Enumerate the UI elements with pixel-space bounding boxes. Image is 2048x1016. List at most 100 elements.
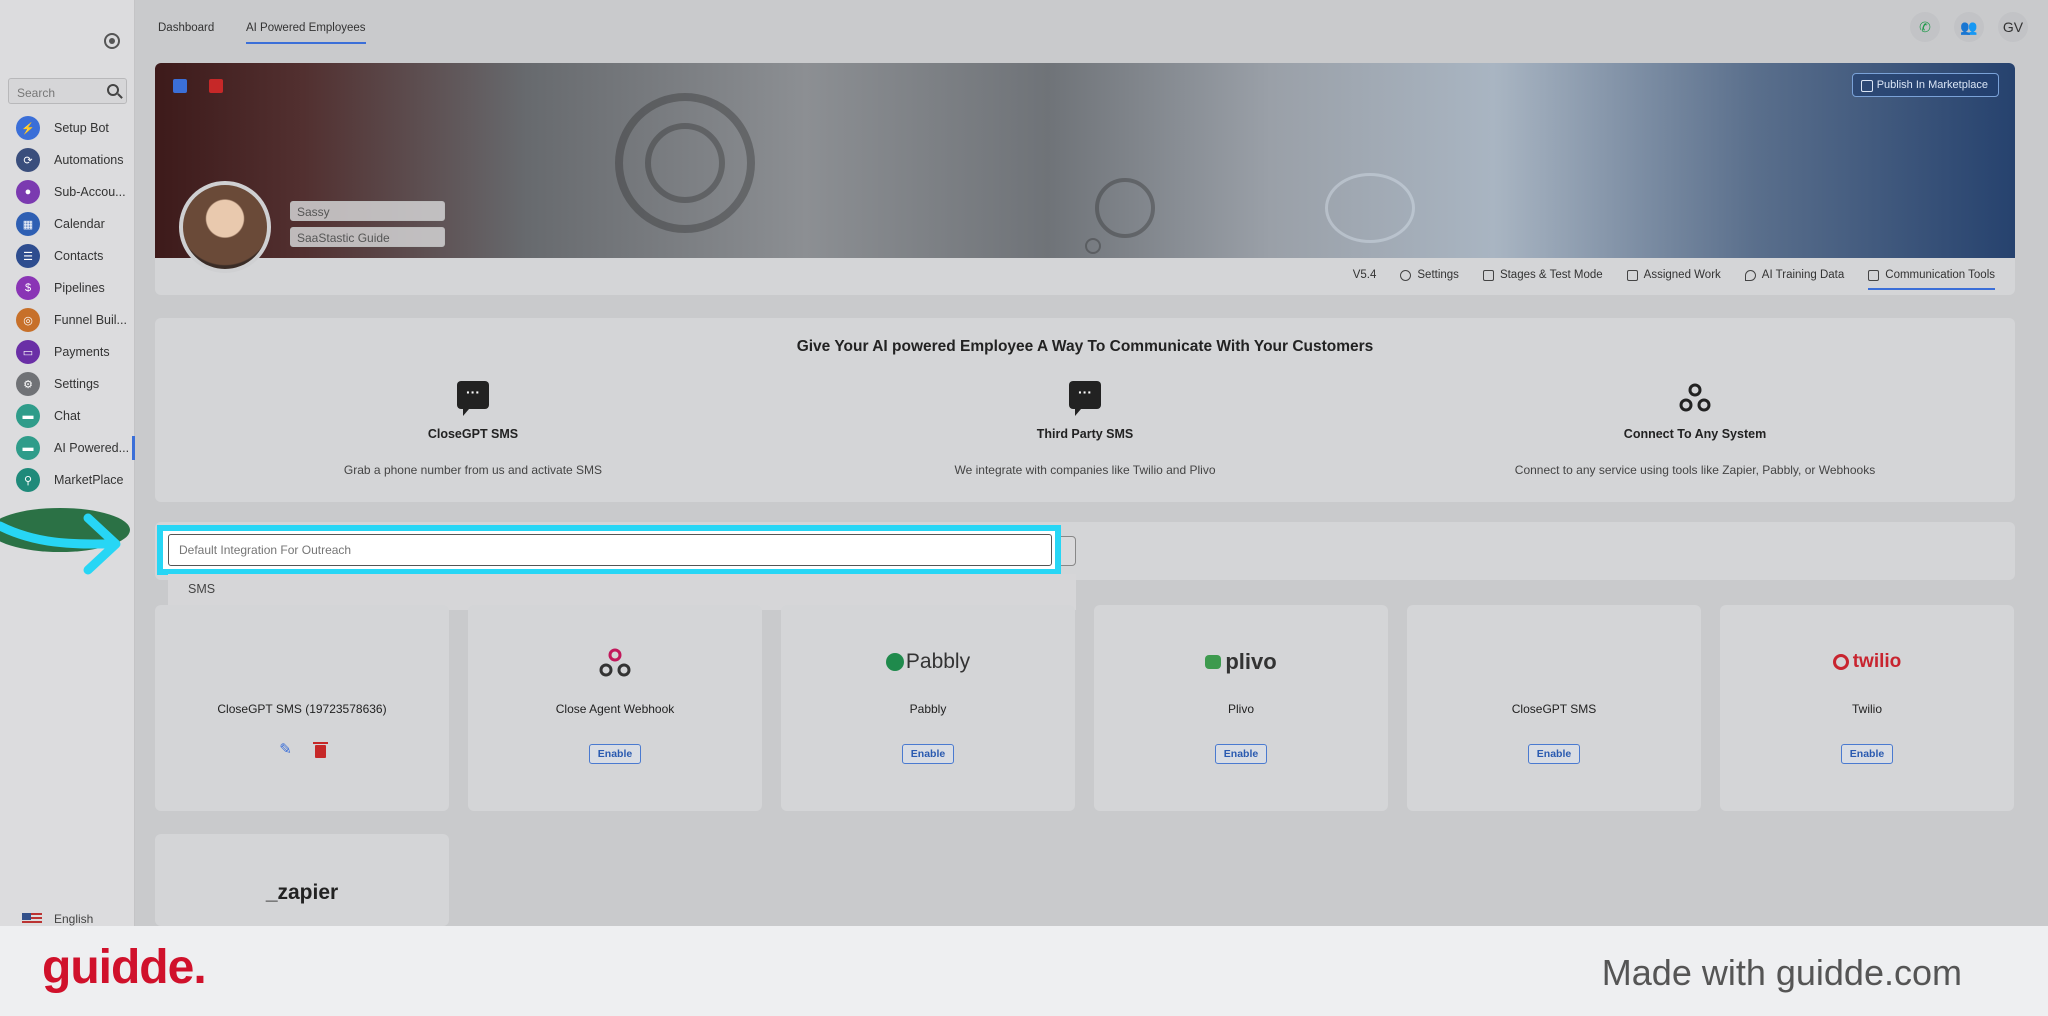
- integration-card-close-agent-webhook: Close Agent Webhook Enable: [468, 605, 762, 811]
- pipeline-icon: $: [16, 276, 40, 300]
- pabbly-wordmark: Pabbly: [905, 650, 971, 673]
- employee-title-field[interactable]: SaaStastic Guide: [290, 227, 445, 247]
- language-selector[interactable]: English: [22, 912, 93, 926]
- zapier-wordmark: _zapier: [265, 881, 339, 904]
- sidebar-item-chat[interactable]: ▬ Chat: [0, 400, 135, 432]
- publish-marketplace-button[interactable]: Publish In Marketplace: [1851, 73, 1999, 97]
- sidebar-item-setup-bot[interactable]: ⚡ Setup Bot: [0, 112, 135, 144]
- collapse-toggle-icon[interactable]: [104, 33, 120, 49]
- tab-assigned-work[interactable]: Assigned Work: [1626, 269, 1721, 281]
- top-bar: Dashboard AI Powered Employees ✆ 👥 GV: [136, 0, 2048, 56]
- gear-icon: [1400, 269, 1412, 281]
- webhook-icon: [599, 648, 631, 677]
- integration-actions: ✎: [155, 742, 449, 758]
- employee-tabs: V5.4 Settings Stages & Test Mode Assigne…: [1352, 269, 1995, 290]
- search-icon[interactable]: [107, 84, 119, 96]
- filter-icon: [1482, 269, 1494, 281]
- sidebar-item-label: Payments: [54, 345, 110, 359]
- tab-label: Stages & Test Mode: [1499, 269, 1603, 281]
- sidebar-item-marketplace[interactable]: ⚲ MarketPlace: [0, 464, 135, 496]
- guidde-logo: guidde.: [42, 941, 207, 994]
- logo-plivo: plivo: [1094, 647, 1388, 677]
- option-connect-any-system[interactable]: Connect To Any System Connect to any ser…: [1395, 381, 1995, 477]
- integration-card-twilio: twilio Twilio Enable: [1720, 605, 2014, 811]
- phone-icon[interactable]: ✆: [1910, 12, 1940, 42]
- enable-button[interactable]: Enable: [1528, 744, 1580, 764]
- avatar[interactable]: GV: [1998, 12, 2028, 42]
- option-description: Grab a phone number from us and activate…: [343, 463, 603, 477]
- briefcase-icon: [1626, 269, 1638, 281]
- funnel-icon: ◎: [16, 308, 40, 332]
- default-integration-input[interactable]: [168, 534, 1052, 566]
- delete-icon[interactable]: [312, 742, 328, 758]
- option-title: Third Party SMS: [1036, 427, 1134, 441]
- option-third-party-sms[interactable]: ··· Third Party SMS We integrate with co…: [785, 381, 1385, 477]
- sidebar-item-label: Contacts: [54, 249, 104, 263]
- sidebar: Search ⚡ Setup Bot ⟳ Automations ● Sub-Acco…: [0, 0, 135, 926]
- us-flag-icon: [22, 913, 42, 925]
- tab-stages-test-mode[interactable]: Stages & Test Mode: [1482, 269, 1603, 281]
- enable-button[interactable]: Enable: [1215, 744, 1267, 764]
- chat-bubble-icon: ···: [1069, 381, 1101, 416]
- image-icon[interactable]: [173, 79, 187, 93]
- pointer-arrow-icon: [0, 508, 130, 575]
- tab-dashboard[interactable]: Dashboard: [158, 22, 214, 34]
- sidebar-item-calendar[interactable]: ▦ Calendar: [0, 208, 135, 240]
- integration-name: CloseGPT SMS (19723578636): [217, 702, 387, 716]
- webhook-icon: [1679, 383, 1711, 412]
- bolt-icon: ⚡: [16, 116, 40, 140]
- sidebar-item-funnel-builder[interactable]: ◎ Funnel Buil...: [0, 304, 135, 336]
- sidebar-item-ai-powered[interactable]: ▬ AI Powered...: [0, 432, 135, 464]
- employee-avatar[interactable]: [179, 181, 271, 273]
- sidebar-item-pipelines[interactable]: $ Pipelines: [0, 272, 135, 304]
- tab-settings[interactable]: Settings: [1400, 269, 1459, 281]
- chat-bubble-icon: ···: [457, 381, 489, 416]
- send-icon: [1868, 269, 1880, 281]
- twilio-wordmark: twilio: [1852, 651, 1902, 672]
- calendar-icon: ▦: [16, 212, 40, 236]
- delete-icon[interactable]: [209, 79, 223, 93]
- pabbly-logo-icon: [885, 653, 904, 671]
- language-label: English: [54, 912, 94, 926]
- integration-card-plivo: plivo Plivo Enable: [1094, 605, 1388, 811]
- chat-icon: ▬: [16, 404, 40, 428]
- enable-button[interactable]: Enable: [1841, 744, 1893, 764]
- ai-chat-icon: ▬: [16, 436, 40, 460]
- tab-ai-training-data[interactable]: AI Training Data: [1744, 269, 1845, 281]
- sidebar-item-contacts[interactable]: ☰ Contacts: [0, 240, 135, 272]
- option-closegpt-sms[interactable]: ··· CloseGPT SMS Grab a phone number fro…: [173, 381, 773, 477]
- pin-icon: ⚲: [16, 468, 40, 492]
- tab-label: Assigned Work: [1643, 269, 1721, 281]
- sidebar-nav: ⚡ Setup Bot ⟳ Automations ● Sub-Accou... ▦ C…: [0, 112, 135, 496]
- version-label: V5.4: [1352, 269, 1377, 281]
- sidebar-item-payments[interactable]: ▭ Payments: [0, 336, 135, 368]
- logo-webhook: [468, 647, 762, 677]
- integration-name: Twilio: [1851, 702, 1882, 716]
- integration-name: Plivo: [1227, 702, 1254, 716]
- contacts-icon: ☰: [16, 244, 40, 268]
- sidebar-search[interactable]: Search: [8, 78, 127, 104]
- sidebar-item-settings[interactable]: ⚙ Settings: [0, 368, 135, 400]
- tab-ai-powered-employees[interactable]: AI Powered Employees: [246, 22, 366, 44]
- sidebar-item-label: Sub-Accou...: [54, 185, 126, 199]
- users-icon[interactable]: 👥: [1954, 12, 1984, 42]
- integration-card-pabbly: Pabbly Pabbly Enable: [781, 605, 1075, 811]
- sidebar-item-sub-accounts[interactable]: ● Sub-Accou...: [0, 176, 135, 208]
- option-title: CloseGPT SMS: [427, 427, 519, 441]
- logo-twilio: twilio: [1720, 647, 2014, 677]
- enable-button[interactable]: Enable: [902, 744, 954, 764]
- sidebar-item-label: Settings: [54, 377, 100, 391]
- enable-button[interactable]: Enable: [589, 744, 641, 764]
- tab-communication-tools[interactable]: Communication Tools: [1868, 269, 1995, 290]
- edit-icon[interactable]: ✎: [279, 742, 293, 757]
- sidebar-item-label: Automations: [54, 153, 124, 167]
- sidebar-search-placeholder: Search: [17, 86, 56, 100]
- option-title: Connect To Any System: [1623, 427, 1767, 441]
- employee-name-field[interactable]: Sassy: [290, 201, 445, 221]
- plivo-wordmark: plivo: [1225, 649, 1277, 674]
- tab-label: AI Training Data: [1761, 269, 1845, 281]
- communication-title: Give Your AI powered Employee A Way To C…: [796, 338, 1374, 355]
- sidebar-item-label: AI Powered...: [54, 441, 130, 455]
- sidebar-item-automations[interactable]: ⟳ Automations: [0, 144, 135, 176]
- employee-banner-card: Publish In Marketplace Sassy SaaStastic …: [155, 63, 2015, 295]
